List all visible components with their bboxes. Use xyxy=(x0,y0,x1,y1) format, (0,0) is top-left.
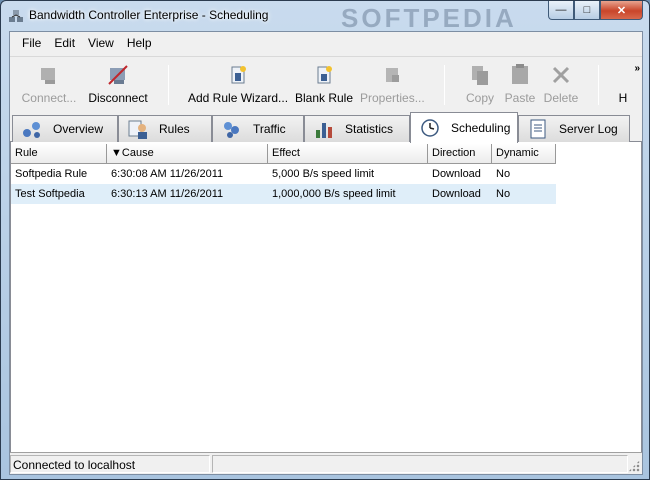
close-button[interactable]: ✕ xyxy=(600,1,643,20)
status-pane-secondary xyxy=(212,455,628,473)
table-body: Softpedia Rule 6:30:08 AM 11/26/2011 5,0… xyxy=(11,164,556,204)
disconnect-icon xyxy=(108,65,128,85)
status-bar: Connected to localhost xyxy=(10,452,642,474)
tab-rules[interactable]: Rules xyxy=(118,115,212,142)
column-header-effect[interactable]: Effect xyxy=(268,144,428,164)
close-icon: ✕ xyxy=(616,4,627,17)
cell-dynamic: No xyxy=(496,188,511,200)
cell-effect: 5,000 B/s speed limit xyxy=(272,168,375,180)
menu-view[interactable]: View xyxy=(80,32,119,54)
cell-effect: 1,000,000 B/s speed limit xyxy=(272,188,396,200)
connect-icon xyxy=(41,68,55,84)
delete-button[interactable]: Delete xyxy=(540,63,582,109)
delete-icon xyxy=(552,66,570,84)
table-row[interactable]: Test Softpedia 6:30:13 AM 11/26/2011 1,0… xyxy=(11,184,556,204)
toolbar-separator xyxy=(598,65,599,105)
column-header-direction[interactable]: Direction xyxy=(428,144,492,164)
column-header-dynamic[interactable]: Dynamic xyxy=(492,144,556,164)
properties-button[interactable]: Properties... xyxy=(360,63,425,109)
tab-scheduling[interactable]: Scheduling xyxy=(410,112,518,143)
column-header-cause[interactable]: ▼Cause xyxy=(107,144,268,164)
cell-direction: Download xyxy=(432,168,481,180)
cell-cause: 6:30:13 AM 11/26/2011 xyxy=(111,188,224,200)
tab-statistics[interactable]: Statistics xyxy=(304,115,410,142)
tab-server-log[interactable]: Server Log xyxy=(518,115,630,142)
wizard-icon xyxy=(231,66,246,84)
status-connection: Connected to localhost xyxy=(10,455,210,473)
cell-rule: Softpedia Rule xyxy=(15,168,88,180)
document-icon xyxy=(530,119,546,139)
clock-icon xyxy=(421,119,439,137)
menu-help[interactable]: Help xyxy=(119,32,157,54)
help-icon xyxy=(614,63,632,87)
paste-button[interactable]: Paste xyxy=(502,63,538,109)
traffic-icon xyxy=(224,122,239,138)
paste-icon xyxy=(512,64,528,84)
table-row[interactable]: Softpedia Rule 6:30:08 AM 11/26/2011 5,0… xyxy=(11,164,556,184)
toolbar-separator xyxy=(444,65,445,105)
resize-grip[interactable] xyxy=(628,460,640,472)
column-header-rule[interactable]: Rule xyxy=(11,144,107,164)
minimize-button[interactable]: — xyxy=(548,1,574,20)
app-icon xyxy=(9,10,23,22)
menu-bar: File Edit View Help xyxy=(10,32,642,54)
bar-chart-icon xyxy=(316,123,332,138)
minimize-icon: — xyxy=(555,4,567,16)
tab-bar: Overview Rules Traffic Statistics Schedu… xyxy=(10,112,642,143)
toolbar: Connect... Disconnect Add Rule Wizard...… xyxy=(10,56,642,110)
toolbar-overflow-chevron[interactable]: » xyxy=(634,63,640,74)
maximize-button[interactable]: □ xyxy=(574,1,600,20)
blank-rule-button[interactable]: Blank Rule xyxy=(294,63,354,109)
tab-overview[interactable]: Overview xyxy=(12,115,118,142)
schedule-table: Rule ▼Cause Effect Direction Dynamic Sof… xyxy=(10,142,642,452)
tab-traffic[interactable]: Traffic xyxy=(212,115,304,142)
table-header: Rule ▼Cause Effect Direction Dynamic xyxy=(11,144,556,164)
blank-rule-icon xyxy=(317,66,332,84)
cell-cause: 6:30:08 AM 11/26/2011 xyxy=(111,168,224,180)
client-area: File Edit View Help Connect... Disconnec… xyxy=(9,31,643,475)
copy-icon xyxy=(472,66,488,85)
title-bar[interactable]: Bandwidth Controller Enterprise - Schedu… xyxy=(1,1,649,33)
user-rules-icon xyxy=(128,120,147,139)
window-title: Bandwidth Controller Enterprise - Schedu… xyxy=(29,8,269,22)
copy-button[interactable]: Copy xyxy=(460,63,500,109)
cell-rule: Test Softpedia xyxy=(15,188,85,200)
add-rule-wizard-button[interactable]: Add Rule Wizard... xyxy=(188,63,288,109)
properties-icon xyxy=(386,68,399,82)
cell-direction: Download xyxy=(432,188,481,200)
disconnect-button[interactable]: Disconnect xyxy=(84,63,152,109)
maximize-icon: □ xyxy=(583,4,591,16)
menu-file[interactable]: File xyxy=(14,32,46,54)
menu-edit[interactable]: Edit xyxy=(46,32,80,54)
network-icon xyxy=(23,122,40,138)
toolbar-separator xyxy=(168,65,169,105)
cell-dynamic: No xyxy=(496,168,511,180)
watermark: SOFTPEDIA xyxy=(341,3,517,33)
connect-button[interactable]: Connect... xyxy=(18,63,80,109)
app-window: Bandwidth Controller Enterprise - Schedu… xyxy=(0,0,650,480)
help-button[interactable]: H xyxy=(614,63,632,109)
